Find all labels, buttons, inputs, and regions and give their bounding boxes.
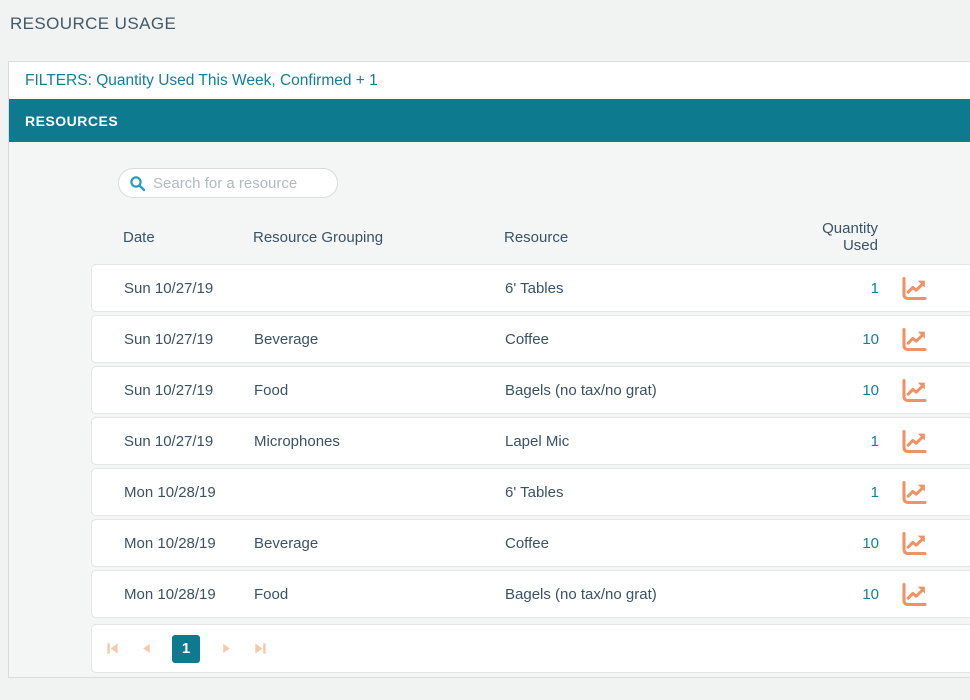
row-resource: 6' Tables <box>505 280 789 297</box>
row-actions <box>879 378 941 403</box>
row-date: Mon 10/28/19 <box>124 586 254 603</box>
page-title: RESOURCE USAGE <box>10 14 176 34</box>
line-chart-icon[interactable] <box>901 276 927 301</box>
row-actions <box>879 480 941 505</box>
row-quantity-link[interactable]: 10 <box>789 535 879 552</box>
row-actions <box>879 429 941 454</box>
row-quantity-link[interactable]: 10 <box>789 382 879 399</box>
column-header-date: Date <box>123 229 253 246</box>
row-resource-grouping: Beverage <box>254 331 505 348</box>
line-chart-icon[interactable] <box>901 582 927 607</box>
table-body: Sun 10/27/19 6' Tables 1 Sun 10/27/19 <box>91 264 970 618</box>
row-resource-grouping: Food <box>254 586 505 603</box>
row-resource-grouping: Microphones <box>254 433 505 450</box>
table-row: Sun 10/27/19 6' Tables 1 <box>91 264 970 312</box>
table-row: Mon 10/28/19 Beverage Coffee 10 <box>91 519 970 567</box>
search-icon <box>129 175 146 192</box>
filters-summary[interactable]: FILTERS: Quantity Used This Week, Confir… <box>25 72 378 90</box>
line-chart-icon[interactable] <box>901 429 927 454</box>
row-date: Mon 10/28/19 <box>124 535 254 552</box>
resources-section-header: RESOURCES <box>9 99 970 142</box>
next-page-icon <box>220 642 233 655</box>
resources-section-title: RESOURCES <box>25 113 118 129</box>
table-header-row: Date Resource Grouping Resource Quantity… <box>91 220 970 254</box>
row-resource: 6' Tables <box>505 484 789 501</box>
row-quantity-link[interactable]: 1 <box>789 280 879 297</box>
row-date: Sun 10/27/19 <box>124 331 254 348</box>
first-page-icon <box>105 641 120 656</box>
column-header-quantity-used: Quantity Used <box>788 220 878 254</box>
last-page-button[interactable] <box>252 641 268 657</box>
row-resource: Lapel Mic <box>505 433 789 450</box>
row-actions <box>879 582 941 607</box>
row-quantity-link[interactable]: 1 <box>789 433 879 450</box>
row-date: Sun 10/27/19 <box>124 280 254 297</box>
row-resource-grouping: Food <box>254 382 505 399</box>
resources-panel-body: Date Resource Grouping Resource Quantity… <box>9 142 970 677</box>
table-row: Sun 10/27/19 Food Bagels (no tax/no grat… <box>91 366 970 414</box>
row-date: Sun 10/27/19 <box>124 382 254 399</box>
row-date: Sun 10/27/19 <box>124 433 254 450</box>
row-actions <box>879 327 941 352</box>
row-actions <box>879 531 941 556</box>
line-chart-icon[interactable] <box>901 378 927 403</box>
row-resource-grouping: Beverage <box>254 535 505 552</box>
prev-page-button[interactable] <box>138 641 154 657</box>
column-header-resource: Resource <box>504 229 788 246</box>
line-chart-icon[interactable] <box>901 327 927 352</box>
last-page-icon <box>253 641 268 656</box>
row-resource: Coffee <box>505 535 789 552</box>
table-row: Sun 10/27/19 Beverage Coffee 10 <box>91 315 970 363</box>
row-quantity-link[interactable]: 10 <box>789 586 879 603</box>
row-quantity-link[interactable]: 10 <box>789 331 879 348</box>
first-page-button[interactable] <box>104 641 120 657</box>
row-resource: Bagels (no tax/no grat) <box>505 382 789 399</box>
column-header-resource-grouping: Resource Grouping <box>253 229 504 246</box>
current-page[interactable]: 1 <box>172 635 200 663</box>
row-resource: Coffee <box>505 331 789 348</box>
line-chart-icon[interactable] <box>901 480 927 505</box>
row-quantity-link[interactable]: 1 <box>789 484 879 501</box>
resource-search[interactable] <box>118 168 338 198</box>
table-row: Mon 10/28/19 6' Tables 1 <box>91 468 970 516</box>
table-row: Mon 10/28/19 Food Bagels (no tax/no grat… <box>91 570 970 618</box>
table-row: Sun 10/27/19 Microphones Lapel Mic 1 <box>91 417 970 465</box>
prev-page-icon <box>140 642 153 655</box>
resources-panel: FILTERS: Quantity Used This Week, Confir… <box>8 61 970 678</box>
line-chart-icon[interactable] <box>901 531 927 556</box>
search-input[interactable] <box>153 175 323 192</box>
filters-bar[interactable]: FILTERS: Quantity Used This Week, Confir… <box>9 62 970 99</box>
row-resource: Bagels (no tax/no grat) <box>505 586 789 603</box>
pagination: 1 <box>91 624 970 673</box>
row-actions <box>879 276 941 301</box>
row-date: Mon 10/28/19 <box>124 484 254 501</box>
next-page-button[interactable] <box>218 641 234 657</box>
